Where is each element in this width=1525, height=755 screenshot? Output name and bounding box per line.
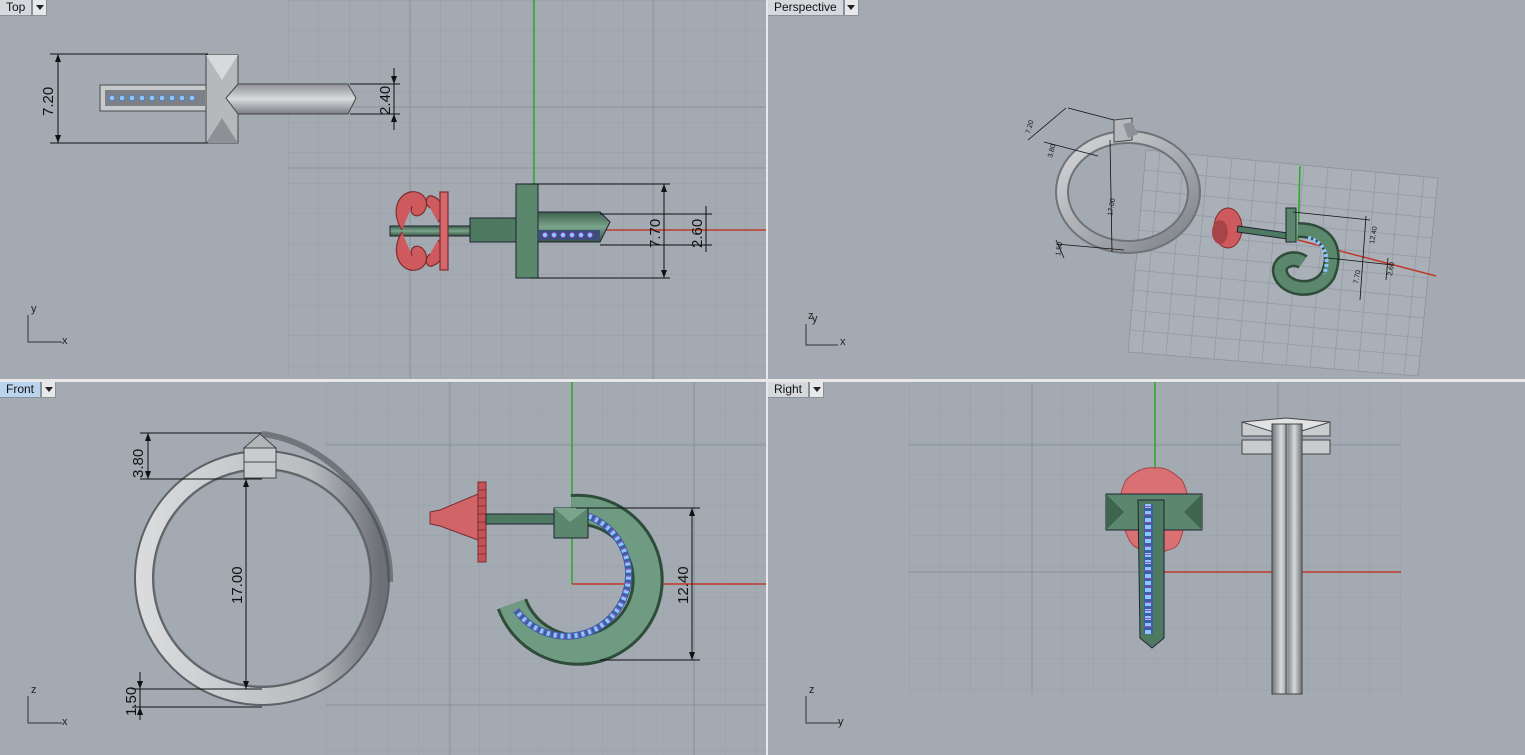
- dim-bar: 2.40: [377, 86, 394, 115]
- dim-earring-height: 7.70: [647, 219, 664, 248]
- dim-earring: 12.40: [675, 566, 692, 604]
- viewport-title[interactable]: Top: [0, 0, 33, 16]
- dim-top: 3.80: [130, 449, 147, 478]
- dropdown-arrow-icon[interactable]: [809, 382, 825, 398]
- axis-triad-icon: z x: [24, 684, 74, 728]
- axis-label-z: z: [31, 684, 37, 696]
- dim-earring-bar: 2.60: [689, 219, 706, 248]
- dim-p1: 7.20: [1025, 119, 1035, 134]
- viewport-title[interactable]: Perspective: [768, 0, 844, 16]
- axis-triad-icon: z y x: [802, 310, 852, 352]
- axis-label-y: y: [812, 313, 818, 325]
- viewport-right[interactable]: Right z y: [768, 382, 1525, 755]
- viewport-label-right: Right: [768, 382, 825, 398]
- dim-p3: 17.00: [1107, 198, 1117, 217]
- dim-p2: 3.80: [1047, 143, 1057, 158]
- axis-label-x: x: [62, 716, 68, 728]
- dropdown-arrow-icon[interactable]: [32, 0, 48, 16]
- viewport-top[interactable]: 7.20 2.40 7.70 2.60 Top y x: [0, 0, 766, 379]
- axis-label-z: z: [809, 684, 815, 696]
- axis-label-y: y: [31, 303, 37, 315]
- top-scene: 7.20 2.40 7.70 2.60: [40, 0, 766, 379]
- axis-triad-icon: z y: [802, 684, 852, 728]
- viewport-title[interactable]: Front: [0, 382, 42, 398]
- dim-bottom: 1.50: [123, 687, 140, 716]
- dim-width: 7.20: [40, 87, 57, 116]
- axis-label-x: x: [62, 335, 68, 347]
- viewport-label-front: Front: [0, 382, 57, 398]
- viewport-splitter-vertical[interactable]: [766, 0, 768, 755]
- viewport-splitter-horizontal[interactable]: [0, 379, 1525, 382]
- dim-diameter: 17.00: [229, 566, 246, 604]
- viewport-title[interactable]: Right: [768, 382, 810, 398]
- dropdown-arrow-icon[interactable]: [41, 382, 57, 398]
- dim-p4: 1.50: [1055, 242, 1064, 257]
- viewport-label-top: Top: [0, 0, 48, 16]
- right-scene: [909, 382, 1401, 695]
- viewport-front[interactable]: 3.80 17.00 1.50 12.40 Front z x: [0, 382, 766, 755]
- viewport-perspective[interactable]: 7.20 3.80 17.00 1.50 12.40 7.70 2.60 Per…: [768, 0, 1525, 379]
- axis-triad-icon: y x: [24, 303, 74, 347]
- front-scene: 3.80 17.00 1.50 12.40: [123, 382, 766, 755]
- dropdown-arrow-icon[interactable]: [843, 0, 859, 16]
- axis-label-x: x: [840, 336, 846, 348]
- perspective-scene: 7.20 3.80 17.00 1.50 12.40 7.70 2.60: [1025, 107, 1439, 377]
- axis-label-y: y: [838, 716, 844, 728]
- viewport-label-perspective: Perspective: [768, 0, 859, 16]
